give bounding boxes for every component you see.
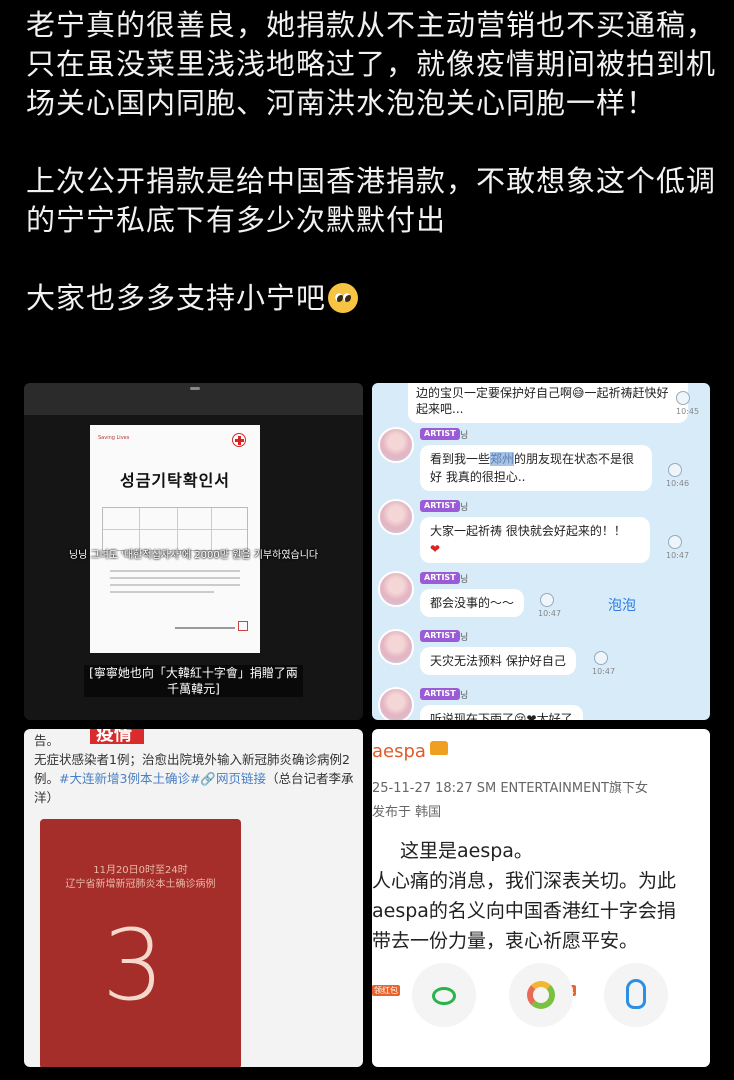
read-icon (668, 463, 682, 477)
read-icon (594, 651, 608, 665)
message-bubble: 都会没事的～～ (420, 589, 525, 617)
nickname: 닝 (460, 431, 469, 441)
message-bubble: 天灾无法预料 保护好自己 (420, 647, 576, 675)
avatar (378, 499, 414, 535)
chat-message: ARTIST 닝 大家一起祈祷 很快就会好起来的！！ ❤ 10:47 (372, 497, 710, 567)
cert-lines (110, 570, 240, 598)
heart-icon: ❤ (430, 542, 441, 556)
post-meta: 25-11-27 18:27 SM ENTERTAINMENT旗下女 (372, 781, 648, 796)
artist-badge: ARTIST (420, 630, 460, 642)
post-paragraph-text: 大家也多多支持小宁吧 (26, 281, 327, 315)
avatar (378, 571, 414, 607)
artist-badge: ARTIST (420, 500, 460, 512)
nickname: 닝 (460, 503, 469, 513)
poster-line: 11月20日0时至24时 (93, 865, 188, 876)
message-time: 10:47 (538, 609, 562, 618)
share-wechat-button[interactable] (412, 963, 476, 1027)
korean-caption: 닝닝 그녀도 '대한적십자사'에 2000만 원을 기부하였습니다 (68, 550, 319, 561)
highlighted-word: 郑州 (490, 452, 515, 466)
read-icon (676, 391, 690, 405)
chat-message: ARTIST 닝 听说现在下雨了😢❤太好了 (372, 685, 710, 720)
qq-icon (626, 979, 646, 1009)
seal-icon (238, 621, 248, 631)
pleading-face-icon (328, 283, 359, 313)
chat-message: ARTIST 닝 天灾无法预料 保护好自己 10:47 (372, 627, 710, 682)
avatar (378, 427, 414, 463)
artist-badge: ARTIST (420, 572, 460, 584)
certificate: Saving Lives 성금기탁확인서 (90, 425, 260, 653)
read-icon (668, 535, 682, 549)
post-paragraph: 大家也多多支持小宁吧 (26, 279, 716, 318)
poster-line: 辽宁省新增新冠肺炎本土确诊病例 (65, 879, 216, 890)
moments-icon (527, 981, 555, 1009)
web-link[interactable]: 🔗网页链接 (200, 771, 266, 786)
chat-message: ARTIST 닝 看到我一些郑州的朋友现在状态不是很好 我真的很担心.. 10:… (372, 425, 710, 495)
chat-screenshot[interactable]: 边的宝贝一定要保护好自己啊😅一起祈祷赶快好起来吧... 10:45 ARTIST… (372, 383, 710, 720)
post-location: 发布于 韩国 (372, 805, 442, 820)
message-bubble: 大家一起祈祷 很快就会好起来的！！ ❤ (420, 517, 650, 563)
account-name[interactable]: aespa (372, 741, 426, 762)
red-packet-tag: 领红包 (372, 985, 400, 996)
drag-handle (190, 387, 200, 390)
post-body: 这里是aespa。 人心痛的消息，我们深表关切。为此 aespa的名义向中国香港… (372, 840, 677, 952)
poster-number: 3 (102, 909, 165, 1023)
red-cross-icon (232, 433, 246, 447)
message-time: 10:47 (666, 551, 690, 560)
avatar (378, 687, 414, 720)
share-qq-button[interactable] (604, 963, 668, 1027)
chat-message: ARTIST 닝 都会没事的～～ 10:47 (372, 569, 710, 624)
crown-icon (430, 741, 448, 755)
epidemic-tag (90, 729, 144, 746)
aespa-post-image[interactable]: aespa 25-11-27 18:27 SM ENTERTAINMENT旗下女… (372, 729, 710, 1067)
message-time: 10:46 (666, 479, 690, 488)
message-bubble: 看到我一些郑州的朋友现在状态不是很好 我真的很担心.. (420, 445, 652, 491)
read-icon (540, 593, 554, 607)
cert-header: Saving Lives (98, 435, 130, 441)
news-text: 告。 无症状感染者1例；治愈出院境外输入新冠肺炎确诊病例2例。#大连新增3例本土… (34, 733, 354, 805)
donation-certificate-image[interactable]: Saving Lives 성금기탁확인서 닝닝 그녀도 '대한적십자사'에 20… (24, 383, 363, 720)
post-paragraph: 上次公开捐款是给中国香港捐款，不敢想象这个低调的宁宁私底下有多少次默默付出 (26, 164, 717, 237)
share-moments-button[interactable] (509, 963, 573, 1027)
message-text: 边的宝贝一定要保护好自己啊😅一起祈祷赶快好起来吧... (416, 386, 669, 416)
nickname: 닝 (460, 633, 469, 643)
case-count-poster: 11月20日0时至24时 辽宁省新增新冠肺炎本土确诊病例 3 (40, 819, 241, 1067)
message-bubble: 听说现在下雨了😢❤太好了 (420, 705, 583, 720)
artist-badge: ARTIST (420, 688, 460, 700)
news-post-image[interactable]: 告。 无症状感染者1例；治愈出院境外输入新冠肺炎确诊病例2例。#大连新增3例本土… (24, 729, 363, 1067)
bubble-app-watermark: 泡泡 (608, 598, 636, 614)
cert-table (102, 507, 248, 551)
message-time: 10:47 (592, 667, 616, 676)
cert-title: 성금기탁확인서 (119, 471, 231, 490)
wechat-icon (432, 987, 456, 1005)
message-time: 10:45 (676, 407, 700, 416)
chat-message-top: 边的宝贝一定要保护好自己啊😅一起祈祷赶快好起来吧... (408, 383, 688, 423)
nickname: 닝 (460, 575, 469, 585)
post-paragraph: 老宁真的很善良，她捐款从不主动营销也不买通稿，只在虽没菜里浅浅地略过了，就像疫情… (26, 8, 717, 120)
nickname: 닝 (460, 691, 469, 701)
hashtag-link[interactable]: #大连新增3例本土确诊# (59, 771, 200, 786)
artist-badge: ARTIST (420, 428, 460, 440)
post-text: 老宁真的很善良，她捐款从不主动营销也不买通稿，只在虽没菜里浅浅地略过了，就像疫情… (26, 6, 716, 318)
avatar (378, 629, 414, 665)
cert-signature-line (175, 627, 235, 629)
chinese-caption: [寧寧她也向「大韓紅十字會」捐贈了兩千萬韓元] (84, 665, 303, 697)
